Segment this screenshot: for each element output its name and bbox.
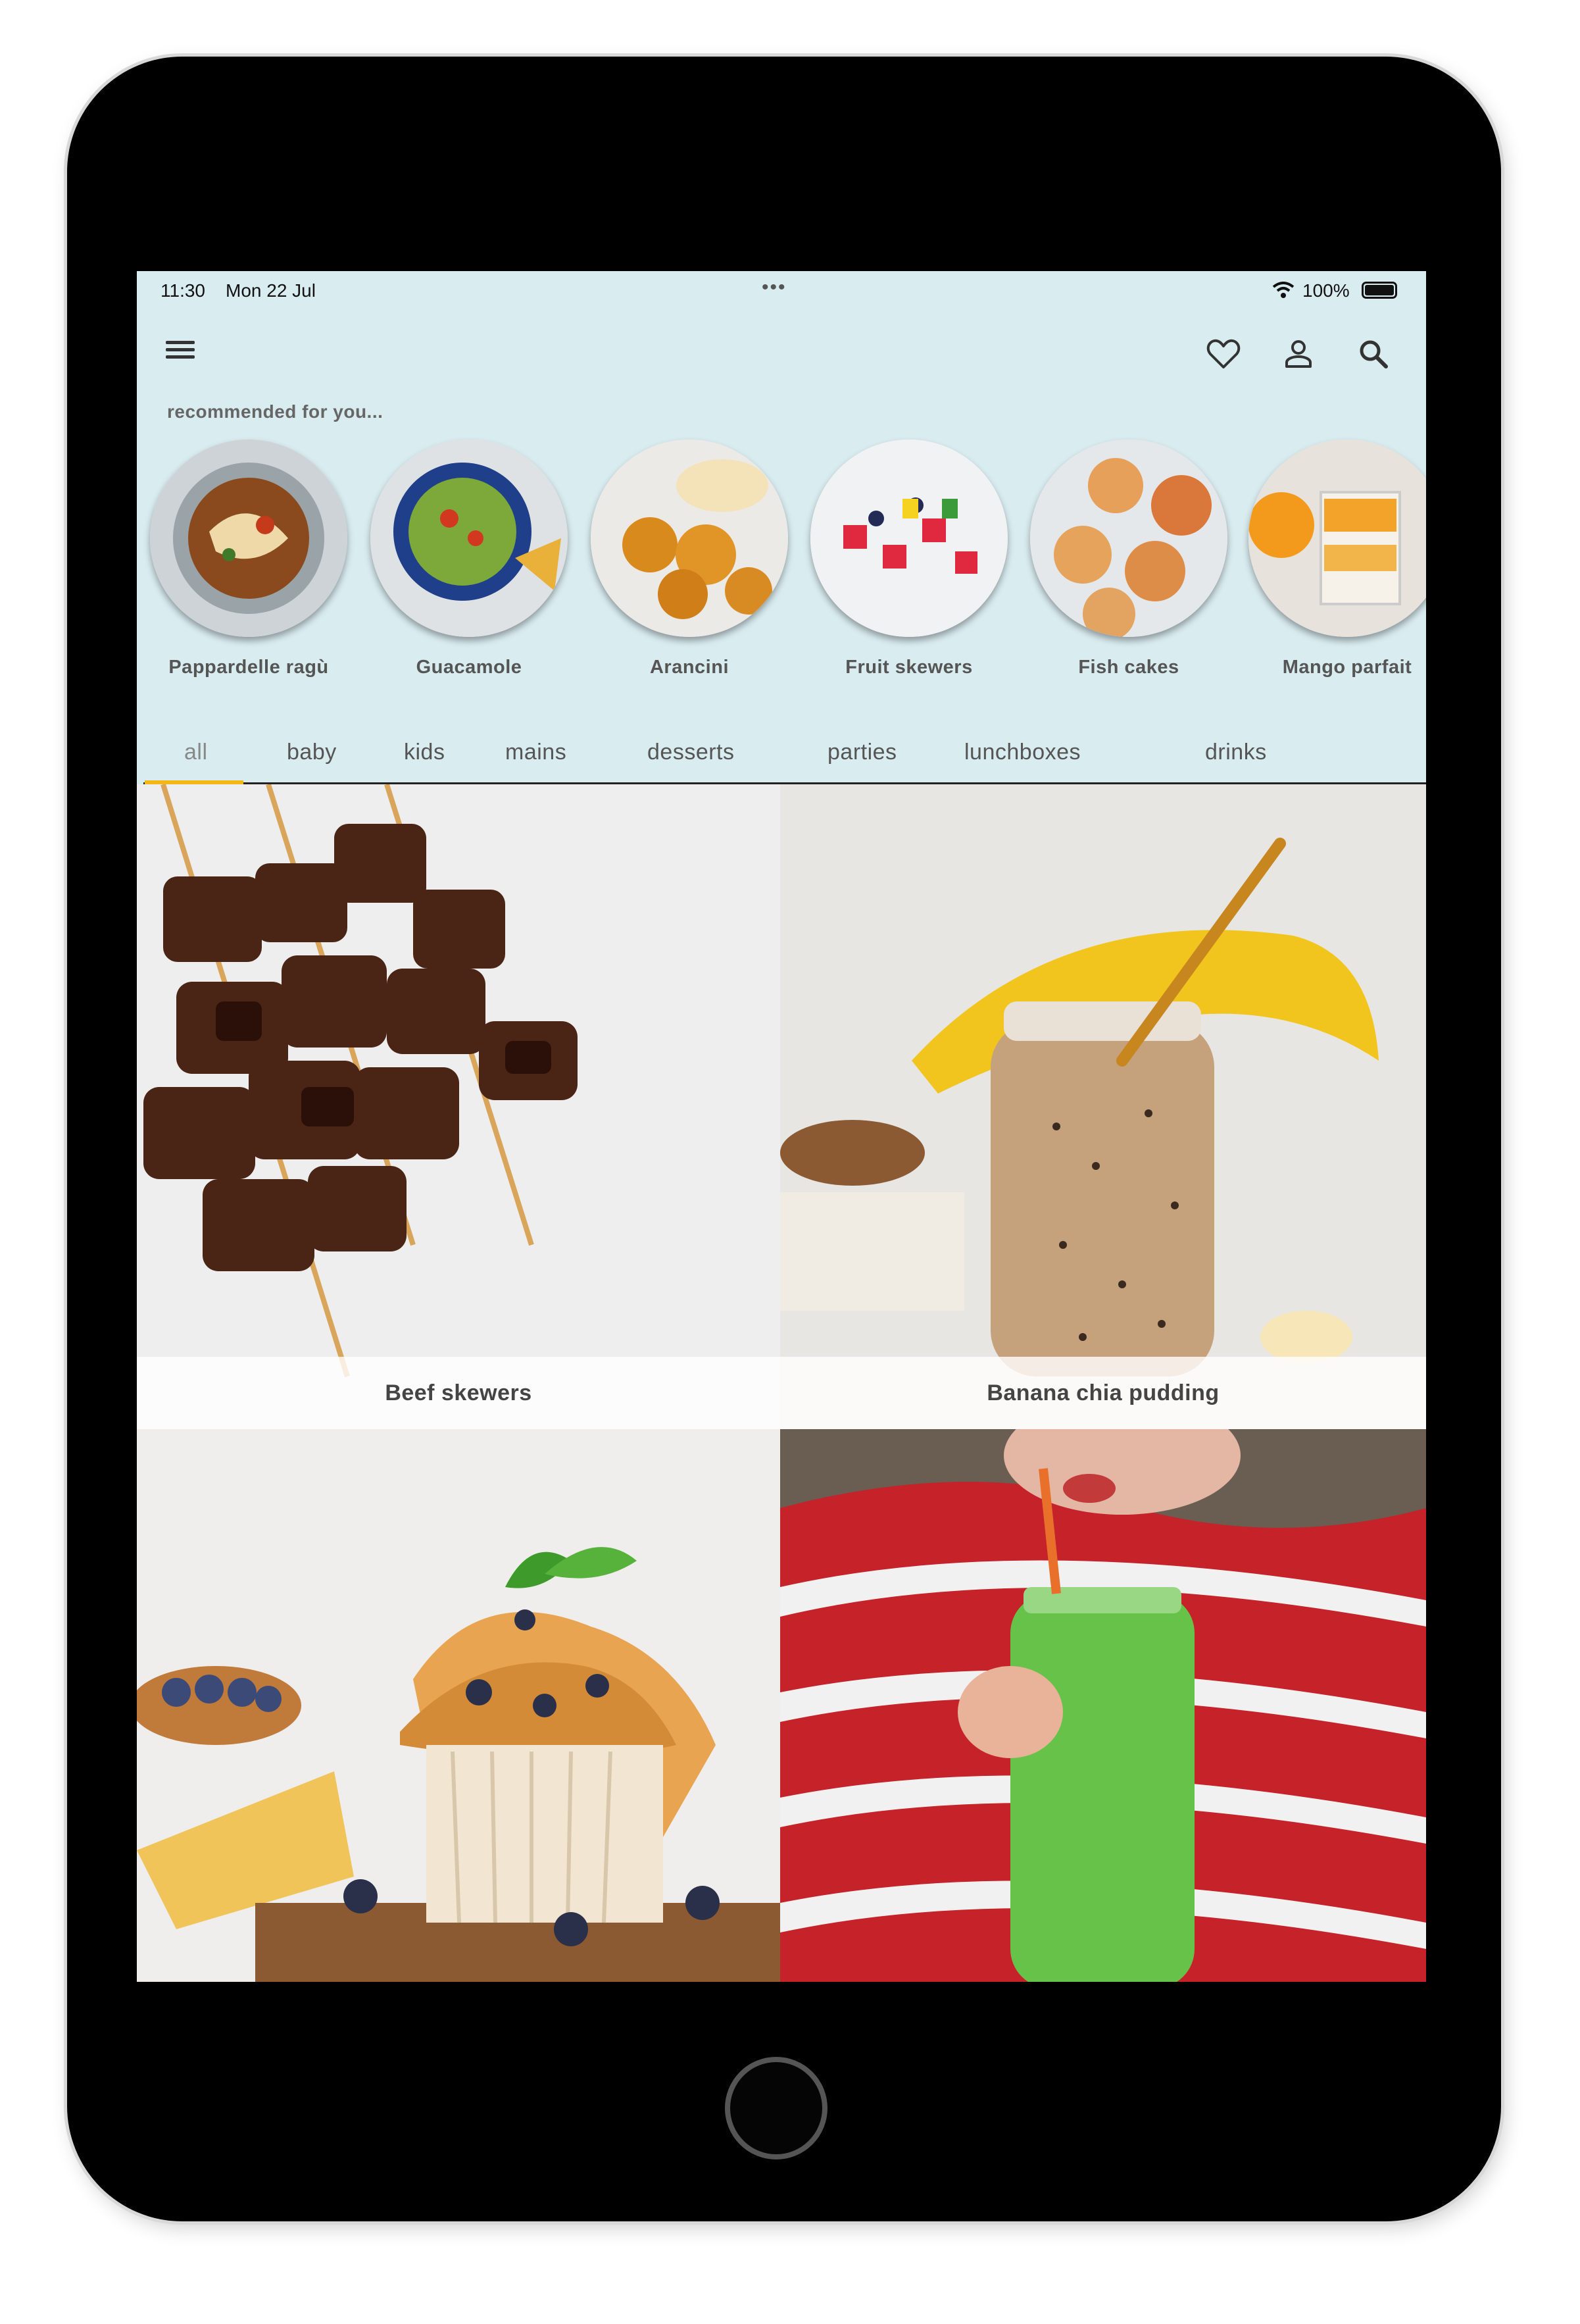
search-icon[interactable] (1354, 334, 1393, 374)
tab-parties[interactable]: parties (827, 740, 897, 765)
recipe-title: Beef skewers (137, 1357, 780, 1429)
recipe-image (137, 784, 780, 1429)
tab-drinks[interactable]: drinks (1205, 740, 1267, 765)
reco-name: Mango parfait (1282, 657, 1412, 678)
tab-kids[interactable]: kids (404, 740, 445, 765)
reco-image (150, 440, 347, 637)
recipe-grid: Beef skewers Banana chia pudding (137, 784, 1426, 1982)
tab-mains[interactable]: mains (505, 740, 566, 765)
reco-item-pappardelle[interactable]: Pappardelle ragù (143, 440, 354, 678)
reco-item-fruit-skewers[interactable]: Fruit skewers (804, 440, 1014, 678)
reco-name: Fish cakes (1078, 657, 1179, 678)
recipe-card-muffins[interactable] (137, 1429, 780, 1982)
reco-name: Arancini (649, 657, 729, 678)
wifi-icon (1272, 282, 1295, 303)
multitask-dots[interactable]: ••• (762, 276, 787, 299)
menu-icon[interactable] (163, 337, 197, 366)
reco-item-fish-cakes[interactable]: Fish cakes (1024, 440, 1234, 678)
reco-image (1030, 440, 1227, 637)
heart-icon[interactable] (1204, 334, 1243, 374)
battery-icon (1362, 282, 1397, 299)
recipe-image (780, 1429, 1426, 1982)
tab-all[interactable]: all (184, 740, 208, 765)
recipe-title: Banana chia pudding (780, 1357, 1426, 1429)
recipe-card-banana-chia-pudding[interactable]: Banana chia pudding (780, 784, 1426, 1429)
recommended-carousel[interactable]: Pappardelle ragù Guacamole Arancini Frui… (137, 440, 1426, 678)
status-bar: 11:30 Mon 22 Jul ••• 100% (137, 271, 1426, 308)
reco-name: Pappardelle ragù (168, 657, 329, 678)
reco-image (591, 440, 788, 637)
reco-image (810, 440, 1008, 637)
app-screen: 11:30 Mon 22 Jul ••• 100% recommended fo… (137, 271, 1426, 1982)
reco-image (370, 440, 568, 637)
reco-image (1248, 440, 1426, 637)
recipe-card-green-smoothie[interactable] (780, 1429, 1426, 1982)
recommended-label: recommended for you... (167, 401, 383, 422)
reco-item-mango-parfait[interactable]: Mango parfait (1242, 440, 1426, 678)
user-icon[interactable] (1279, 334, 1318, 374)
tab-baby[interactable]: baby (287, 740, 337, 765)
category-tabs: all baby kids mains desserts parties lun… (143, 732, 1426, 784)
tab-desserts[interactable]: desserts (647, 740, 735, 765)
recipe-image (137, 1429, 780, 1982)
reco-name: Fruit skewers (845, 657, 973, 678)
home-button[interactable] (725, 2057, 827, 2160)
reco-item-arancini[interactable]: Arancini (584, 440, 795, 678)
status-time: 11:30 (160, 280, 205, 301)
tab-lunchboxes[interactable]: lunchboxes (964, 740, 1081, 765)
recipe-card-beef-skewers[interactable]: Beef skewers (137, 784, 780, 1429)
battery-percent: 100% (1302, 280, 1350, 301)
status-date: Mon 22 Jul (226, 280, 316, 301)
recipe-image (780, 784, 1426, 1429)
reco-item-guacamole[interactable]: Guacamole (364, 440, 574, 678)
reco-name: Guacamole (416, 657, 522, 678)
